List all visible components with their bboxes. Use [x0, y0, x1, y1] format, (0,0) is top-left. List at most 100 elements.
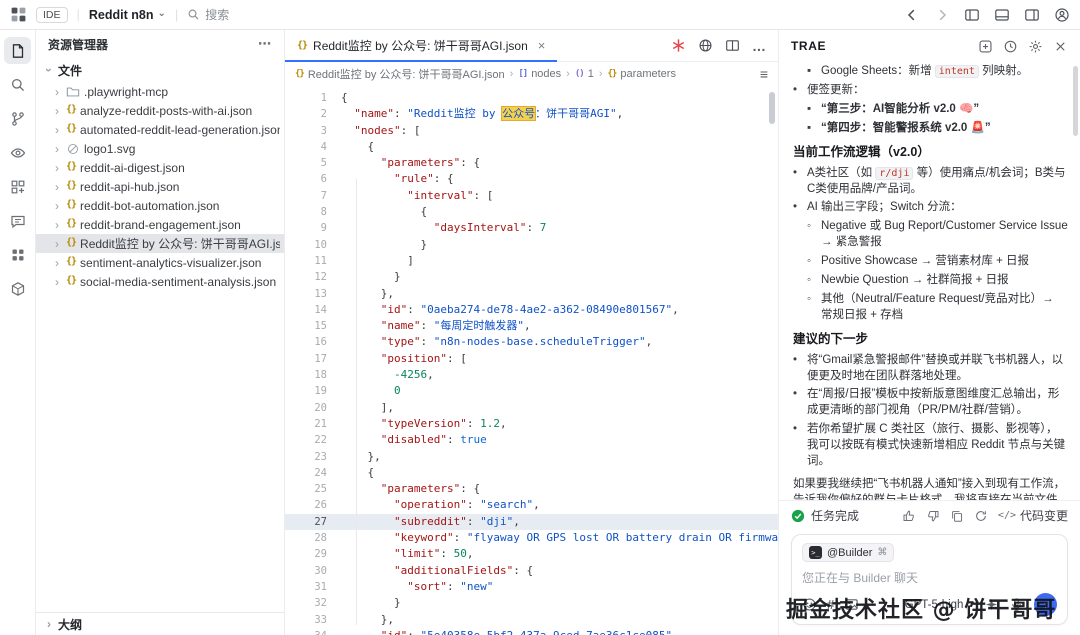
explorer-more-button[interactable]: ⋯ — [258, 36, 272, 52]
breadcrumb-item[interactable]: {}parameters — [607, 68, 675, 80]
code-line-1[interactable]: 1{ — [285, 90, 778, 106]
code-line-22[interactable]: 22 "disabled": true — [285, 432, 778, 448]
code-editor[interactable]: 1{2 "name": "Reddit监控 by 公众号：饼干哥哥AGI",3 … — [285, 86, 778, 635]
file-item[interactable]: ›.playwright-mcp — [36, 82, 284, 101]
code-line-13[interactable]: 13 }, — [285, 286, 778, 302]
code-line-7[interactable]: 7 "interval": [ — [285, 188, 778, 204]
account-avatar[interactable] — [1054, 7, 1070, 23]
search-icon[interactable] — [4, 71, 31, 98]
line-number: 2 — [285, 106, 341, 122]
code-token: }, — [341, 450, 381, 463]
history-icon[interactable] — [1003, 39, 1018, 54]
preview-browser-icon[interactable] — [698, 38, 713, 53]
apps-grid-icon[interactable] — [4, 241, 31, 268]
source-control-icon[interactable] — [4, 105, 31, 132]
file-item[interactable]: ›{}reddit-api-hub.json — [36, 177, 284, 196]
code-line-6[interactable]: 6 "rule": { — [285, 171, 778, 187]
code-line-29[interactable]: 29 "limit": 50, — [285, 546, 778, 562]
code-line-21[interactable]: 21 "typeVersion": 1.2, — [285, 416, 778, 432]
thumbs-down-icon[interactable] — [926, 509, 940, 523]
breadcrumb-item[interactable]: ()1 — [575, 68, 594, 80]
file-item[interactable]: ›{}reddit-bot-automation.json — [36, 196, 284, 215]
chat-input[interactable]: 您正在与 Builder 聊天 — [802, 569, 1057, 586]
code-line-34[interactable]: 34 "id": "5e40358e-5bf2-437a-9ced-7ae36c… — [285, 628, 778, 635]
code-text: "id": "0aeba274-de78-4ae2-a362-08490e801… — [341, 302, 679, 318]
editor-more-button[interactable]: … — [752, 38, 766, 54]
workspace-switcher[interactable]: Reddit n8n ⌄ — [89, 8, 166, 22]
code-line-26[interactable]: 26 "operation": "search", — [285, 497, 778, 513]
code-line-8[interactable]: 8 { — [285, 204, 778, 220]
toggle-left-panel-button[interactable] — [964, 7, 980, 23]
file-item[interactable]: ›{}reddit-ai-digest.json — [36, 158, 284, 177]
global-search-button[interactable]: 搜索 — [187, 6, 229, 23]
file-item[interactable]: ›{}sentiment-analytics-visualizer.json — [36, 253, 284, 272]
code-line-17[interactable]: 17 "position": [ — [285, 351, 778, 367]
back-button[interactable] — [904, 7, 920, 23]
code-token: }, — [341, 613, 394, 626]
code-line-16[interactable]: 16 "type": "n8n-nodes-base.scheduleTrigg… — [285, 334, 778, 350]
indent-guide — [356, 179, 357, 625]
ide-badge[interactable]: IDE — [36, 7, 68, 23]
files-section-header[interactable]: › 文件 — [36, 58, 284, 82]
file-item[interactable]: ›{}Reddit监控 by 公众号: 饼干哥哥AGI.json — [36, 234, 284, 253]
file-item[interactable]: ›logo1.svg — [36, 139, 284, 158]
assistant-scrollbar[interactable] — [1073, 66, 1078, 136]
code-line-12[interactable]: 12 } — [285, 269, 778, 285]
file-item[interactable]: ›{}automated-reddit-lead-generation.json — [36, 120, 284, 139]
code-line-18[interactable]: 18 -4256, — [285, 367, 778, 383]
code-line-3[interactable]: 3 "nodes": [ — [285, 123, 778, 139]
breadcrumb-item[interactable]: []nodes — [518, 68, 561, 80]
solo-mode-icon[interactable] — [671, 38, 686, 53]
code-line-4[interactable]: 4 { — [285, 139, 778, 155]
code-line-31[interactable]: 31 "sort": "new" — [285, 579, 778, 595]
code-line-30[interactable]: 30 "additionalFields": { — [285, 563, 778, 579]
editor-scrollbar[interactable] — [769, 92, 775, 124]
gear-icon[interactable] — [1028, 39, 1043, 54]
toggle-bottom-panel-button[interactable] — [994, 7, 1010, 23]
breadcrumb-item[interactable]: {}Reddit监控 by 公众号: 饼干哥哥AGI.json — [295, 66, 505, 82]
code-line-25[interactable]: 25 "parameters": { — [285, 481, 778, 497]
code-line-27[interactable]: 27 "subreddit": "dji", — [285, 514, 778, 530]
forward-button[interactable] — [934, 7, 950, 23]
code-line-19[interactable]: 19 0 — [285, 383, 778, 399]
close-tab-icon[interactable]: × — [538, 38, 546, 53]
tab-reddit-json[interactable]: {} Reddit监控 by 公众号: 饼干哥哥AGI.json × — [285, 30, 557, 61]
code-line-11[interactable]: 11 ] — [285, 253, 778, 269]
breadcrumb-menu-icon[interactable]: ≡ — [760, 66, 768, 82]
file-item[interactable]: ›{}reddit-brand-engagement.json — [36, 215, 284, 234]
close-icon[interactable] — [1053, 39, 1068, 54]
thumbs-up-icon[interactable] — [902, 509, 916, 523]
file-item[interactable]: ›{}analyze-reddit-posts-with-ai.json — [36, 101, 284, 120]
code-line-9[interactable]: 9 "daysInterval": 7 — [285, 220, 778, 236]
code-text: "disabled": true — [341, 432, 487, 448]
code-line-15[interactable]: 15 "name": "每周定时触发器", — [285, 318, 778, 334]
copy-icon[interactable] — [950, 509, 964, 523]
package-icon[interactable] — [4, 275, 31, 302]
code-line-32[interactable]: 32 } — [285, 595, 778, 611]
outline-section-header[interactable]: › 大纲 — [36, 612, 284, 635]
split-editor-icon[interactable] — [725, 38, 740, 53]
file-name: .playwright-mcp — [84, 85, 168, 99]
code-line-24[interactable]: 24 { — [285, 465, 778, 481]
code-line-28[interactable]: 28 "keyword": "flyaway OR GPS lost OR ba… — [285, 530, 778, 546]
code-text: "operation": "search", — [341, 497, 540, 513]
chat-icon[interactable] — [4, 207, 31, 234]
code-line-23[interactable]: 23 }, — [285, 449, 778, 465]
code-change-link[interactable]: </> 代码变更 — [998, 507, 1068, 524]
code-line-10[interactable]: 10 } — [285, 237, 778, 253]
agent-chip[interactable]: >_ @Builder ⌘ — [802, 543, 894, 562]
toggle-right-panel-button[interactable] — [1024, 7, 1040, 23]
code-line-20[interactable]: 20 ], — [285, 400, 778, 416]
file-name: Reddit监控 by 公众号: 饼干哥哥AGI.json — [80, 235, 280, 252]
code-token: : — [526, 221, 539, 234]
file-item[interactable]: ›{}social-media-sentiment-analysis.json — [36, 272, 284, 291]
extensions-icon[interactable] — [4, 173, 31, 200]
code-line-33[interactable]: 33 }, — [285, 612, 778, 628]
new-chat-icon[interactable] — [978, 39, 993, 54]
code-line-2[interactable]: 2 "name": "Reddit监控 by 公众号：饼干哥哥AGI", — [285, 106, 778, 122]
explorer-icon[interactable] — [4, 37, 31, 64]
code-line-5[interactable]: 5 "parameters": { — [285, 155, 778, 171]
code-line-14[interactable]: 14 "id": "0aeba274-de78-4ae2-a362-08490e… — [285, 302, 778, 318]
preview-eye-icon[interactable] — [4, 139, 31, 166]
regenerate-icon[interactable] — [974, 509, 988, 523]
